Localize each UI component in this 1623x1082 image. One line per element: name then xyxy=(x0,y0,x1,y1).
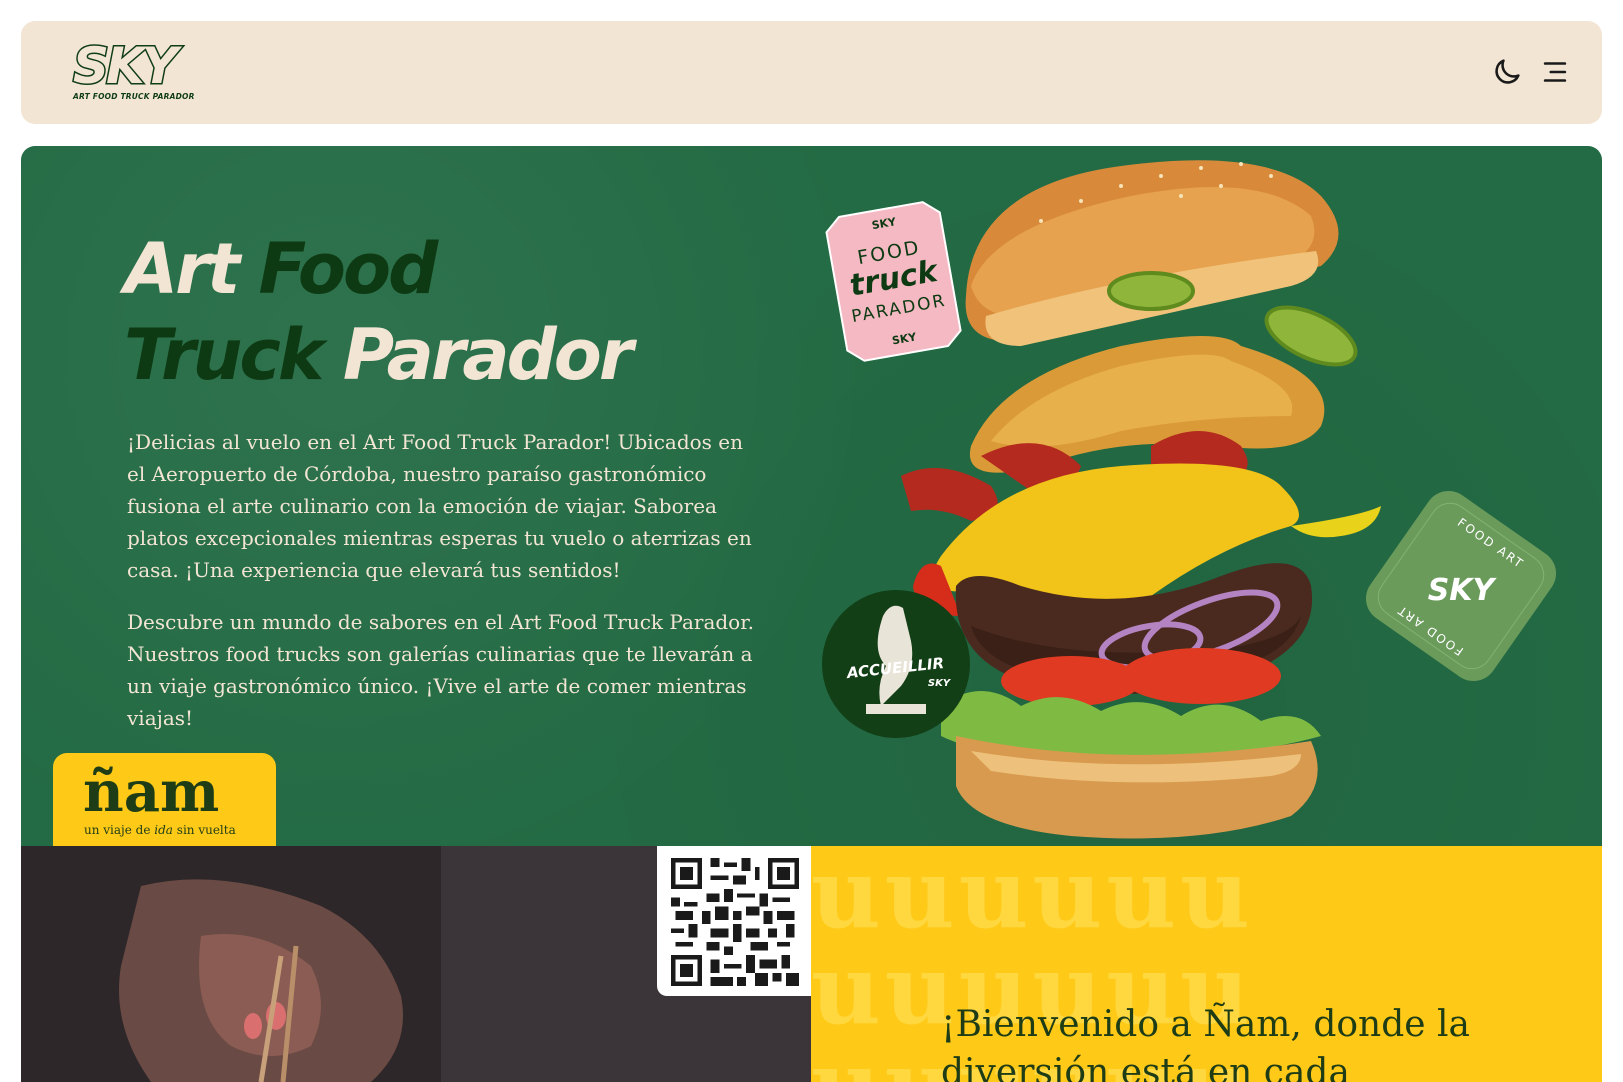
menu-button[interactable] xyxy=(1538,55,1572,89)
qr-code-card[interactable] xyxy=(657,846,811,996)
hero-paragraph-discover: Descubre un mundo de sabores en el Art F… xyxy=(127,610,754,730)
accueillir-sticker: ACCUEILLIR SKY xyxy=(822,590,970,738)
title-word-food: Food xyxy=(258,228,439,310)
site-header: SKY ART FOOD TRUCK PARADOR xyxy=(21,21,1602,124)
qr-code-icon xyxy=(671,858,799,986)
sky-logo[interactable]: SKY ART FOOD TRUCK PARADOR xyxy=(72,37,195,103)
moon-icon xyxy=(1495,59,1520,84)
nam-tagline: un viaje de ida sin vuelta xyxy=(84,823,236,837)
burger-illustration: SKY FOOD truck PARADOR SKY ACCUEILLIR SK… xyxy=(822,160,1557,839)
menu-icon xyxy=(1543,62,1567,82)
hero-section: Art Food Truck Parador ¡Delicias al vuel… xyxy=(21,146,1602,846)
logo-subtitle: ART FOOD TRUCK PARADOR xyxy=(73,92,195,101)
title-word-parador: Parador xyxy=(342,314,634,396)
svg-text:SKY: SKY xyxy=(928,678,952,689)
theme-toggle-button[interactable] xyxy=(1490,55,1524,89)
nam-brand-badge[interactable]: ñam un viaje de ida sin vuelta xyxy=(53,753,276,846)
food-truck-parador-sticker: SKY FOOD truck PARADOR SKY xyxy=(825,201,962,362)
pickle-slice xyxy=(1107,271,1195,311)
svg-text:SKY: SKY xyxy=(1428,573,1498,608)
hero-paragraph-intro: ¡Delicias al vuelo en el Art Food Truck … xyxy=(127,430,752,582)
title-word-art: Art xyxy=(124,228,240,310)
hero-title: Art Food Truck Parador xyxy=(124,226,684,398)
logo-text: SKY xyxy=(72,37,180,95)
food-art-badge: SKY FOOD ART FOOD ART xyxy=(1365,490,1557,682)
title-word-truck: Truck xyxy=(124,314,324,396)
welcome-panel: uuuuuu uuuuuu uuuuuu ¡Bienvenido a Ñam, … xyxy=(811,846,1602,1082)
nam-logo: ñam xyxy=(83,759,220,825)
welcome-heading: ¡Bienvenido a Ñam, donde la diversión es… xyxy=(941,1004,1470,1082)
